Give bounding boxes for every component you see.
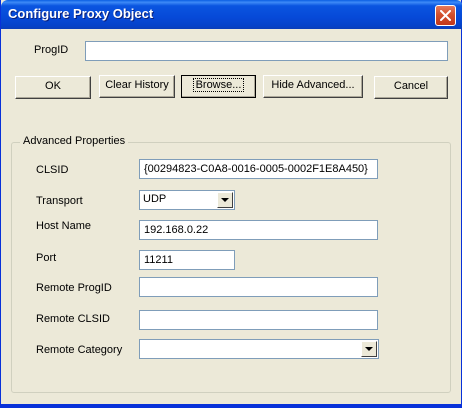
browse-button[interactable]: Browse... xyxy=(181,75,256,98)
host-name-label: Host Name xyxy=(36,220,92,232)
close-icon xyxy=(440,10,451,21)
transport-label: Transport xyxy=(36,195,83,207)
transport-dropdown-button[interactable] xyxy=(217,192,233,208)
browse-button-label: Browse... xyxy=(192,78,245,92)
transport-select[interactable]: UDP xyxy=(139,190,235,210)
port-label: Port xyxy=(36,252,57,264)
remote-progid-label: Remote ProgID xyxy=(36,282,112,294)
cancel-button[interactable]: Cancel xyxy=(374,76,448,99)
remote-clsid-input[interactable] xyxy=(139,310,378,330)
clear-history-button[interactable]: Clear History xyxy=(99,75,175,98)
chevron-down-icon xyxy=(221,198,229,202)
chevron-down-icon xyxy=(365,347,373,351)
host-name-input[interactable]: 192.168.0.22 xyxy=(139,220,378,240)
clsid-label: CLSID xyxy=(36,164,69,176)
transport-value: UDP xyxy=(143,193,167,205)
close-button[interactable] xyxy=(435,5,456,26)
port-input[interactable]: 11211 xyxy=(139,250,235,270)
ok-button[interactable]: OK xyxy=(15,76,91,99)
progid-label: ProgID xyxy=(34,44,69,56)
remote-clsid-label: Remote CLSID xyxy=(36,313,110,325)
ok-button-label: OK xyxy=(45,80,61,92)
hide-advanced-button-label: Hide Advanced... xyxy=(271,79,355,91)
clsid-field[interactable]: {00294823-C0A8-0016-0005-0002F1E8A450} xyxy=(139,159,378,179)
cancel-button-label: Cancel xyxy=(393,80,429,92)
clear-history-button-label: Clear History xyxy=(105,79,169,91)
remote-category-dropdown-button[interactable] xyxy=(361,341,377,357)
remote-progid-input[interactable] xyxy=(139,277,378,297)
hide-advanced-button[interactable]: Hide Advanced... xyxy=(263,75,363,98)
window-title: Configure Proxy Object xyxy=(8,6,154,21)
title-bar[interactable]: Configure Proxy Object xyxy=(1,0,462,29)
configure-proxy-dialog: Configure Proxy Object ProgID OK Clear H… xyxy=(0,0,462,408)
advanced-properties-title: Advanced Properties xyxy=(20,135,129,147)
progid-input[interactable] xyxy=(85,41,448,61)
remote-category-label: Remote Category xyxy=(36,344,123,356)
remote-category-select[interactable] xyxy=(139,339,379,359)
window-bottom-border xyxy=(1,404,462,408)
